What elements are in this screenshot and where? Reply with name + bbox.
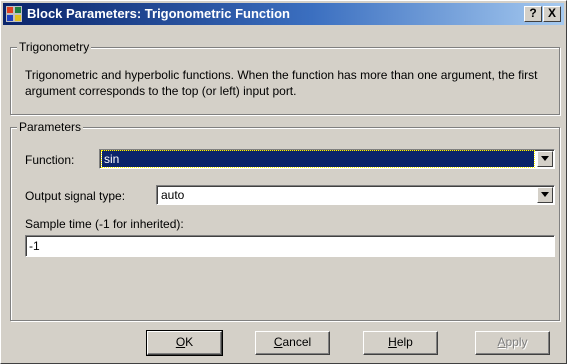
- sample-time-label: Sample time (-1 for inherited):: [25, 217, 184, 231]
- help-button[interactable]: Help: [363, 331, 438, 355]
- apply-mnemonic: A: [497, 335, 506, 349]
- help-caption-button[interactable]: ?: [524, 6, 542, 22]
- ok-label-rest: K: [185, 335, 194, 349]
- function-dropdown[interactable]: sin: [99, 149, 555, 169]
- simulink-block-icon: [6, 6, 22, 22]
- parameters-legend: Parameters: [17, 120, 84, 134]
- output-signal-type-value: auto: [161, 188, 185, 202]
- title-bar[interactable]: Block Parameters: Trigonometric Function…: [3, 3, 564, 25]
- sample-time-input[interactable]: -1: [25, 235, 555, 257]
- cancel-label-rest: ancel: [282, 335, 312, 349]
- apply-button: Apply: [475, 331, 550, 355]
- window-title: Block Parameters: Trigonometric Function: [27, 6, 290, 21]
- output-signal-type-dropdown[interactable]: auto: [156, 185, 555, 205]
- function-label: Function:: [25, 153, 75, 167]
- ok-button[interactable]: OK: [146, 330, 223, 356]
- trigonometry-legend: Trigonometry: [17, 40, 92, 54]
- ok-mnemonic: O: [175, 335, 186, 349]
- close-caption-button[interactable]: X: [543, 6, 561, 22]
- dialog-window: Block Parameters: Trigonometric Function…: [0, 0, 567, 364]
- cancel-button[interactable]: Cancel: [255, 331, 330, 355]
- chevron-down-icon[interactable]: [537, 187, 553, 203]
- apply-label-rest: pply: [505, 335, 528, 349]
- help-label-rest: elp: [396, 335, 413, 349]
- output-signal-type-label: Output signal type:: [25, 189, 126, 203]
- help-mnemonic: H: [388, 335, 397, 349]
- chevron-down-icon[interactable]: [537, 151, 553, 167]
- function-value: sin: [101, 150, 535, 168]
- block-description: Trigonometric and hyperbolic functions. …: [25, 68, 538, 98]
